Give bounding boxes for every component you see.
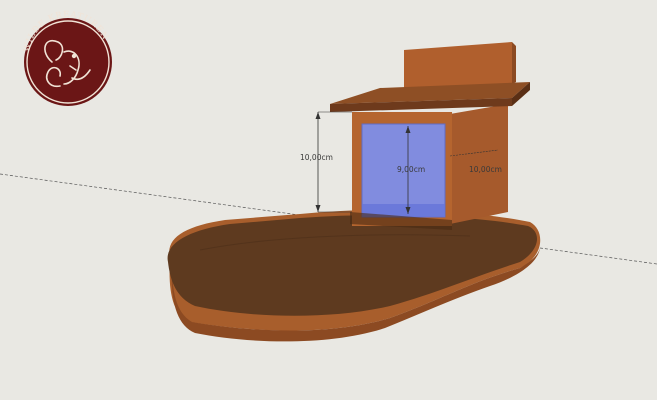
brand-logo: WILDE KREATUREN bbox=[22, 10, 112, 106]
back-board bbox=[404, 42, 516, 90]
height-dimension-label: 10,00cm bbox=[300, 153, 333, 162]
height-dimension: 10,00cm bbox=[300, 111, 352, 213]
depth-dimension-label: 10,00cm bbox=[469, 165, 502, 174]
inner-width-dimension-label: 9,00cm bbox=[397, 165, 425, 174]
wood-base-slab bbox=[167, 209, 541, 342]
box-side-wall bbox=[450, 104, 508, 224]
3d-model-viewport[interactable]: 10,00cm 9,00cm 10,00cm WILDE KREATUREN bbox=[0, 0, 657, 400]
